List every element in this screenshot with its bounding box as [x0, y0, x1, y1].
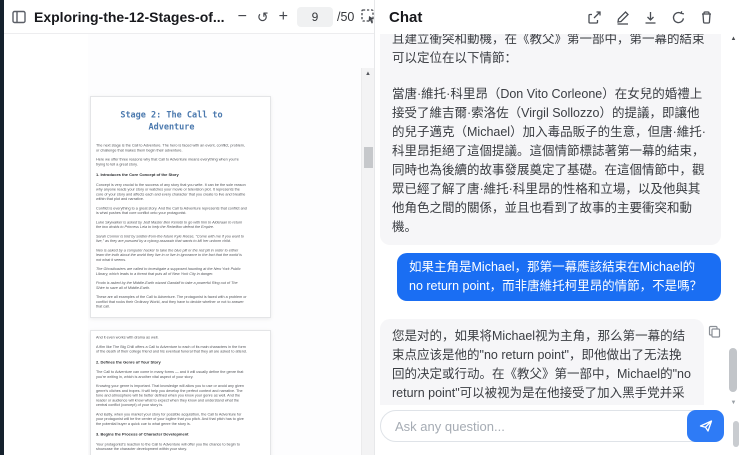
page-paragraph: And lastly, when you market your story f… — [96, 411, 244, 426]
copy-icon[interactable] — [708, 325, 721, 343]
page-paragraph: Here we offer three reasons why that Cal… — [96, 157, 239, 167]
pdf-viewer-panel: Exploring-the-12-Stages-of... − ↺ + /50 — [4, 0, 393, 455]
message-paragraph: 且建立衝突和動機，在《教父》第一部中，第一幕的結束可以定位在以下情節： — [392, 34, 705, 65]
user-message: 如果主角是Michael，那第一幕應該結束在Michael的no return … — [380, 253, 721, 301]
page-paragraph: Luke Skywalker is asked by Jedi Master B… — [96, 219, 243, 229]
app-window: Exploring-the-12-Stages-of... − ↺ + /50 — [0, 0, 740, 455]
scroll-down-icon[interactable]: ▼ — [728, 400, 739, 406]
page-paragraph: Your protagonist's reaction to the Call … — [96, 441, 240, 451]
paper-plane-icon — [699, 420, 712, 432]
message-paragraph: 當唐·維托·科里昂（Don Vito Corleone）在女兒的婚禮上接受了維吉… — [392, 87, 706, 234]
page-paragraph: And it even works with drama as well. — [96, 335, 159, 340]
chat-scrollbar[interactable]: ▲ ▼ — [728, 36, 739, 406]
page-paragraph: A film like The Big Chill offers a Call … — [96, 344, 247, 354]
zoom-in-button[interactable]: + — [274, 8, 293, 25]
page-paragraph: Frodo is asked by the Middle-Earth wizar… — [96, 280, 238, 290]
page-paragraph: These are all examples of the Call to Ad… — [96, 294, 247, 309]
pdf-scrollbar[interactable]: ▲ — [361, 68, 374, 455]
scroll-up-icon[interactable]: ▲ — [362, 71, 374, 77]
assistant-bubble: 且建立衝突和動機，在《教父》第一部中，第一幕的結束可以定位在以下情節： 當唐·維… — [380, 34, 721, 245]
window-scrollbar-thumb[interactable] — [733, 421, 739, 447]
chat-header: Chat — [375, 0, 740, 34]
page-paragraph: Conflict is everything to a great story.… — [96, 205, 247, 215]
refresh-icon[interactable] — [671, 10, 686, 25]
chat-title: Chat — [389, 8, 423, 26]
page-footer-number: 9 — [96, 317, 247, 318]
message-paragraph: 如果主角是Michael，那第一幕應該結束在Michael的no return … — [409, 260, 703, 293]
share-icon[interactable] — [587, 10, 602, 25]
page-paragraph: The Ghostbusters are called to investiga… — [96, 266, 241, 276]
chat-panel: Chat 且建立衝突和動機，在《教父》第一部中，第一幕的結束可以定位在以下情節：… — [375, 0, 740, 455]
scroll-up-icon[interactable]: ▲ — [728, 36, 739, 42]
pdf-toolbar: Exploring-the-12-Stages-of... − ↺ + /50 — [4, 0, 393, 34]
pdf-page-10: And it even works with drama as well. A … — [90, 330, 271, 455]
pdf-content-area: Stage 2: The Call to Adventure The next … — [4, 34, 374, 455]
download-icon[interactable] — [643, 10, 658, 25]
sidebar-toggle-icon[interactable] — [11, 9, 27, 25]
chat-input-bar — [375, 405, 740, 455]
page-paragraph: The Call to Adventure can come in many f… — [96, 369, 244, 379]
assistant-bubble: 您是对的，如果将Michael视为主角，那么第一幕的结束点应该是他的"no re… — [380, 319, 704, 405]
chat-message-list: 且建立衝突和動機，在《教父》第一部中，第一幕的結束可以定位在以下情節： 當唐·維… — [375, 34, 740, 405]
page-section-heading: 3. Begins the Process of Character Devel… — [96, 432, 189, 437]
delete-icon[interactable] — [699, 10, 714, 25]
assistant-message: 且建立衝突和動機，在《教父》第一部中，第一幕的結束可以定位在以下情節： 當唐·維… — [380, 34, 721, 245]
edit-icon[interactable] — [615, 10, 630, 25]
rotate-button[interactable]: ↺ — [252, 10, 274, 24]
page-paragraph: Sarah Connor is told by soldier-from-the… — [96, 233, 244, 243]
pdf-pages-area: Stage 2: The Call to Adventure The next … — [88, 34, 374, 455]
page-heading: Stage 2: The Call to Adventure — [120, 110, 223, 132]
page-total-label: /50 — [337, 9, 355, 24]
send-button[interactable] — [687, 410, 724, 442]
chat-question-input[interactable] — [380, 410, 724, 442]
pdf-scrollbar-thumb[interactable] — [364, 147, 373, 168]
page-paragraph: Neo is asked by a computer hacker to tak… — [96, 247, 242, 262]
message-paragraph: 您是对的，如果将Michael视为主角，那么第一幕的结束点应该是他的"no re… — [392, 329, 691, 400]
thumbnail-sidebar — [4, 34, 88, 455]
pdf-page-9: Stage 2: The Call to Adventure The next … — [90, 96, 271, 318]
page-section-heading: 1. Introduces the Core Concept of the St… — [96, 172, 179, 178]
document-title: Exploring-the-12-Stages-of... — [34, 8, 225, 25]
assistant-message: 您是对的，如果将Michael视为主角，那么第一幕的结束点应该是他的"no re… — [380, 319, 721, 405]
page-number-input[interactable] — [297, 6, 333, 27]
page-section-heading: 2. Defines the Genre of Your Story — [96, 359, 161, 365]
page-paragraph: Knowing your genre is important. That kn… — [96, 383, 244, 408]
chat-scrollbar-thumb[interactable] — [729, 348, 737, 392]
page-paragraph: The next stage is the Call to Adventure.… — [96, 143, 245, 153]
page-paragraph: Concept is very crucial to the success o… — [96, 182, 246, 201]
user-bubble: 如果主角是Michael，那第一幕應該結束在Michael的no return … — [397, 253, 721, 301]
zoom-out-button[interactable]: − — [233, 8, 252, 25]
